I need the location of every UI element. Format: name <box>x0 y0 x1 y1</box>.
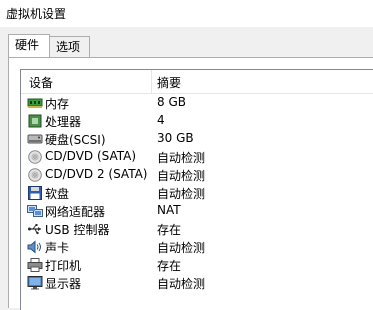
cd-dvd-icon <box>28 168 42 182</box>
device-name: 打印机 <box>45 259 82 273</box>
device-list-header: 设备 摘要 <box>21 70 373 94</box>
device-name: USB 控制器 <box>45 223 110 237</box>
network-adapter-icon <box>27 205 43 217</box>
display-icon <box>27 276 43 290</box>
device-list[interactable]: 设备 摘要 内存 8 GB 处理器 4 硬盘(SCSI) 30 GB CD/DV… <box>20 69 373 310</box>
device-name: 硬盘(SCSI) <box>45 133 106 147</box>
device-name: 软盘 <box>45 187 70 201</box>
printer-icon <box>27 258 43 272</box>
column-divider[interactable] <box>151 70 152 93</box>
device-row-cd-dvd[interactable]: CD/DVD (SATA) 自动检测 <box>21 148 373 166</box>
device-row-cd-dvd-2[interactable]: CD/DVD 2 (SATA) 自动检测 <box>21 166 373 184</box>
device-name: 内存 <box>45 97 70 111</box>
column-header-device[interactable]: 设备 <box>29 74 53 91</box>
device-summary: 自动检测 <box>157 277 206 291</box>
usb-icon <box>28 224 41 235</box>
tab-strip: 硬件 选项 <box>0 34 373 57</box>
device-row-memory[interactable]: 内存 8 GB <box>21 94 373 112</box>
processor-icon <box>28 114 42 128</box>
device-name: 显示器 <box>45 277 82 291</box>
device-summary: NAT <box>157 203 181 217</box>
device-name: CD/DVD 2 (SATA) <box>45 167 148 181</box>
device-summary: 自动检测 <box>157 151 206 165</box>
device-row-sound-card[interactable]: 声卡 自动检测 <box>21 238 373 256</box>
device-summary: 存在 <box>157 223 182 237</box>
device-summary: 8 GB <box>157 95 186 109</box>
floppy-icon <box>28 186 42 200</box>
device-row-hard-disk[interactable]: 硬盘(SCSI) 30 GB <box>21 130 373 148</box>
device-summary: 自动检测 <box>157 187 206 201</box>
device-summary: 自动检测 <box>157 169 206 183</box>
device-row-display[interactable]: 显示器 自动检测 <box>21 274 373 292</box>
device-name: 处理器 <box>45 115 82 129</box>
window-title: 虚拟机设置 <box>6 7 67 21</box>
device-summary: 存在 <box>157 259 182 273</box>
sound-card-icon <box>27 240 41 254</box>
device-row-usb-controller[interactable]: USB 控制器 存在 <box>21 220 373 238</box>
tab-options[interactable]: 选项 <box>50 36 90 57</box>
column-header-summary[interactable]: 摘要 <box>157 74 181 91</box>
device-summary: 30 GB <box>157 131 194 145</box>
device-summary: 4 <box>157 113 165 127</box>
memory-icon <box>27 98 43 108</box>
device-summary: 自动检测 <box>157 241 206 255</box>
hard-disk-icon <box>27 134 43 144</box>
device-row-floppy[interactable]: 软盘 自动检测 <box>21 184 373 202</box>
device-name: 声卡 <box>45 241 70 255</box>
device-name: 网络适配器 <box>45 205 106 219</box>
device-name: CD/DVD (SATA) <box>45 149 137 163</box>
title-bar: 虚拟机设置 <box>0 0 373 27</box>
device-row-network-adapter[interactable]: 网络适配器 NAT <box>21 202 373 220</box>
device-row-printer[interactable]: 打印机 存在 <box>21 256 373 274</box>
cd-dvd-icon <box>28 150 42 164</box>
device-row-processor[interactable]: 处理器 4 <box>21 112 373 130</box>
tab-hardware[interactable]: 硬件 <box>8 34 50 57</box>
